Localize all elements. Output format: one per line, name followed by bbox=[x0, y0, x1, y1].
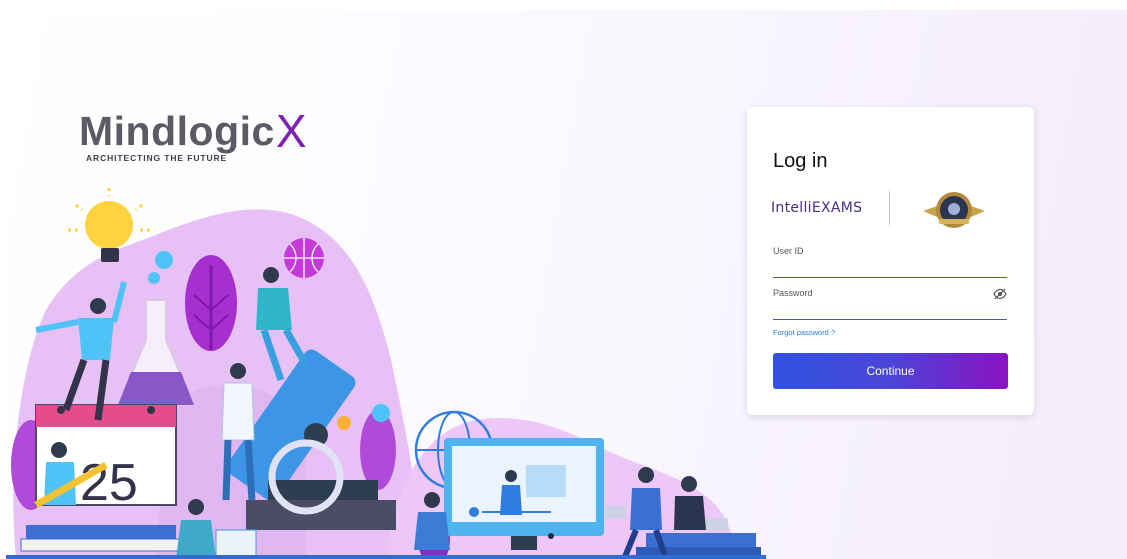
user-id-input[interactable] bbox=[773, 259, 1007, 278]
continue-button[interactable]: Continue bbox=[773, 353, 1008, 389]
forgot-password-link[interactable]: Forgot password ? bbox=[773, 328, 835, 337]
login-title: Log in bbox=[773, 150, 828, 172]
brand-name: Mindlogic X bbox=[79, 105, 307, 157]
login-card: Log in IntelliEXAMS User ID Password For… bbox=[747, 107, 1034, 415]
logo-divider bbox=[889, 191, 890, 225]
brand-name-text: Mindlogic bbox=[79, 108, 275, 154]
calendar-number: 25 bbox=[80, 454, 138, 512]
eye-off-icon[interactable] bbox=[993, 288, 1007, 300]
education-illustration: 25 bbox=[6, 188, 766, 559]
seal-icon bbox=[923, 192, 985, 228]
user-id-label: User ID bbox=[773, 246, 804, 256]
intelliexams-logo: IntelliEXAMS bbox=[771, 200, 863, 216]
password-input[interactable] bbox=[773, 301, 1007, 320]
brand-name-accent: X bbox=[275, 105, 307, 157]
brand-logo: Mindlogic X ARCHITECTING THE FUTURE bbox=[79, 105, 307, 163]
password-label: Password bbox=[773, 288, 813, 298]
brand-tagline: ARCHITECTING THE FUTURE bbox=[86, 153, 228, 163]
page-background: 25 Mindlogic X ARCHITECTING THE FUTURE L… bbox=[6, 10, 1127, 559]
